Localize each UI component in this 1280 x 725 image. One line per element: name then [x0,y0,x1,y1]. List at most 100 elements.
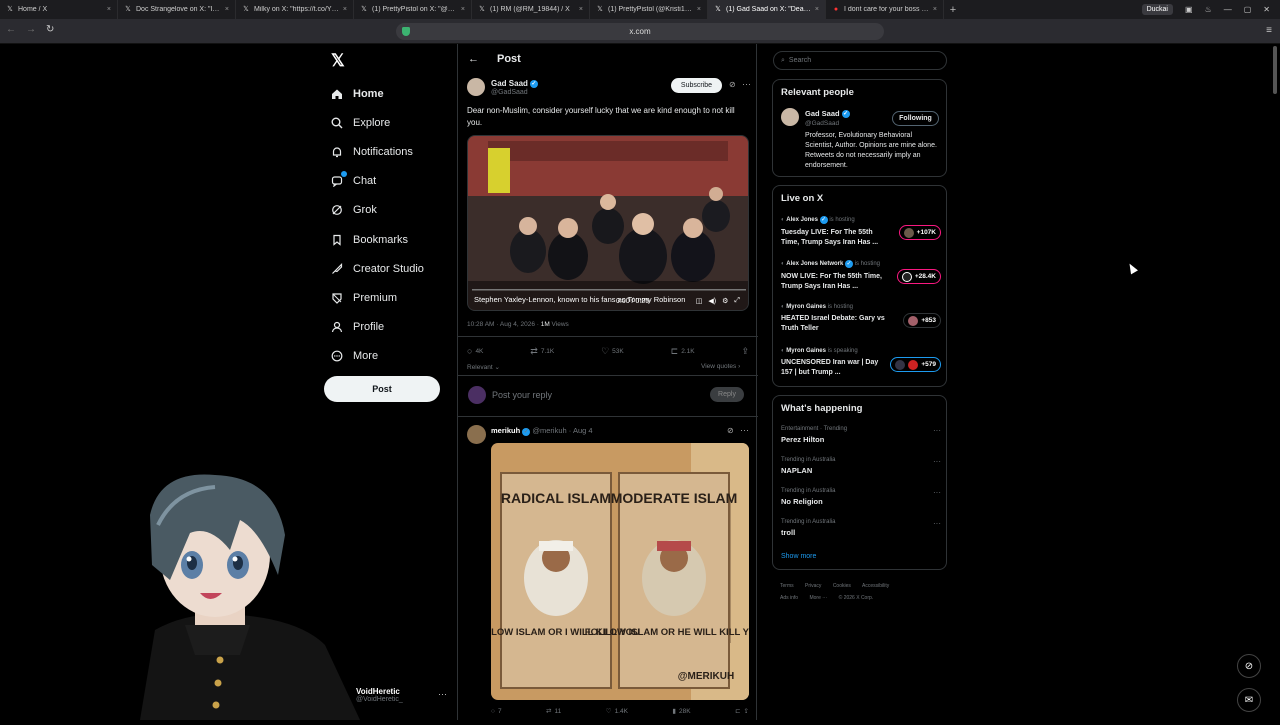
close-icon[interactable]: × [815,6,819,13]
avatar[interactable] [467,425,486,444]
browser-tab[interactable]: 𝕏 Doc Strangelove on X: "It's actually × [118,0,236,19]
reply-image[interactable]: RADICAL ISLAM MODERATE ISLAM FOLLOW ISLA… [491,443,749,700]
close-icon[interactable]: × [697,6,701,13]
reply-action[interactable]: ○ 4K [467,344,483,358]
sort-dropdown[interactable]: Relevant ⌄ [467,363,500,371]
sidebar-item-creator-studio[interactable]: Creator Studio [330,254,424,283]
trend-item[interactable]: Trending in Australia troll ··· [781,519,941,537]
reload-icon[interactable]: ↻ [46,24,54,35]
like-action[interactable]: ♡ 53K [601,344,624,358]
grok-icon[interactable]: ⊘ [729,80,736,89]
trend-item[interactable]: Entertainment · Trending Perez Hilton ··… [781,426,941,444]
more-dots-icon[interactable]: ··· [438,689,447,699]
browser-tab[interactable]: 𝕏 (1) PrettyPistol on X: "@RM_19844 × [354,0,472,19]
volume-icon[interactable]: ◀) [708,297,716,305]
more-dots-icon[interactable]: ··· [933,519,941,528]
reply-author-handle[interactable]: @merikuh [532,426,566,435]
close-icon[interactable]: × [933,6,937,13]
flame-icon[interactable]: ♨ [1205,5,1212,14]
messages-fab-icon[interactable]: ✉ [1237,688,1261,712]
sidebar-item-home[interactable]: Home [330,79,424,108]
profile-label[interactable]: Duckai [1141,4,1173,15]
like-action[interactable]: ♡ 1.4K [606,707,628,716]
repost-action[interactable]: ⇄ 11 [546,707,561,716]
reply-author-name[interactable]: merikuh [491,426,520,435]
live-item[interactable]: ◐ Myron Gaines is hosting HEATED Israel … [781,304,941,333]
extensions-icon[interactable]: ▣ [1185,5,1193,14]
sidebar-item-profile[interactable]: Profile [330,313,424,342]
browser-tab[interactable]: 𝕏 (1) PrettyPistol (@Kristi1951975 × [590,0,708,19]
live-listeners-badge[interactable]: +853 [903,313,941,328]
footer-link-accessibility[interactable]: Accessibility [862,583,889,589]
search-input[interactable]: ⌕ Search [773,51,947,70]
video-player[interactable]: Stephen Yaxley-Lennon, known to his fans… [467,135,749,311]
scrollbar[interactable] [1273,46,1277,94]
shield-icon[interactable] [402,27,410,36]
live-item[interactable]: ◐ Alex Jones Network ✓ is hosting NOW LI… [781,260,941,291]
more-dots-icon[interactable]: ··· [933,457,941,466]
close-icon[interactable]: × [107,6,111,13]
following-button[interactable]: Following [892,111,939,126]
avatar[interactable] [781,108,799,126]
menu-icon[interactable]: ≡ [1266,25,1272,36]
sidebar-item-notifications[interactable]: Notifications [330,137,424,166]
person-handle[interactable]: @GadSaad [805,120,839,127]
post-button[interactable]: Post [324,376,440,402]
browser-tab[interactable]: ● I dont care for your boss cause × [826,0,944,19]
subscribe-button[interactable]: Subscribe [671,78,722,93]
new-tab-button[interactable]: + [944,4,962,16]
x-logo-icon[interactable]: 𝕏 [331,51,345,71]
reply-button[interactable]: Reply [710,387,744,402]
show-more-link[interactable]: Show more [781,553,816,560]
reply-action[interactable]: ○ 7 [491,707,502,715]
more-dots-icon[interactable]: ··· [740,425,749,435]
repost-action[interactable]: ⇄ 7.1K [530,344,554,358]
share-icon[interactable]: ⇪ [744,707,749,715]
more-dots-icon[interactable]: ··· [933,426,941,435]
grok-icon[interactable]: ⊘ [727,426,734,435]
person-name[interactable]: Gad Saad ✓ [805,109,850,118]
close-icon[interactable]: × [579,6,583,13]
live-listeners-badge[interactable]: +28.4K [896,269,941,284]
close-window-icon[interactable]: ✕ [1263,5,1270,14]
sidebar-item-more[interactable]: More [330,342,424,371]
minimize-icon[interactable]: — [1224,5,1232,14]
browser-tab[interactable]: 𝕏 Home / X × [0,0,118,19]
url-field[interactable]: x.com [396,23,884,40]
bookmark-action[interactable]: ⊏ 2.1K [671,344,695,358]
back-icon[interactable]: ← [6,24,16,35]
more-dots-icon[interactable]: ··· [742,79,751,89]
gif-icon[interactable]: ◫ [696,297,703,305]
bookmark-action[interactable]: ⊏ ⇪ [735,707,749,715]
footer-link-cookies[interactable]: Cookies [833,583,851,589]
fullscreen-icon[interactable]: ⤢ [734,297,740,305]
view-quotes-link[interactable]: View quotes › [701,363,740,370]
close-icon[interactable]: × [225,6,229,13]
sidebar-item-bookmarks[interactable]: Bookmarks [330,225,424,254]
grok-fab-icon[interactable]: ⊘ [1237,654,1261,678]
forward-icon[interactable]: → [26,24,36,35]
sidebar-item-premium[interactable]: Premium [330,283,424,312]
footer-link-ads-info[interactable]: Ads info [780,595,798,601]
more-dots-icon[interactable]: ··· [933,488,941,497]
trend-item[interactable]: Trending in Australia No Religion ··· [781,488,941,506]
browser-tab-active[interactable]: 𝕏 (1) Gad Saad on X: "Dear non × [708,0,826,19]
post-timestamp[interactable]: 10:28 AM · Aug 4, 2026 · [467,321,541,328]
browser-tab[interactable]: 𝕏 Milky on X: "https://t.co/YJ5A1O0 × [236,0,354,19]
live-listeners-badge[interactable]: +107K [898,225,941,240]
footer-link-terms[interactable]: Terms [780,583,794,589]
views-action[interactable]: ▮ 28K [672,707,690,716]
sidebar-item-grok[interactable]: Grok [330,196,424,225]
trend-item[interactable]: Trending in Australia NAPLAN ··· [781,457,941,475]
live-item[interactable]: ◐ Myron Gaines is speaking UNCENSORED Ir… [781,348,941,377]
reply-date[interactable]: Aug 4 [573,426,593,435]
share-action[interactable]: ⇪ [741,344,749,358]
account-switcher[interactable]: VoidHeretic @VoidHeretic_ [356,687,403,703]
footer-link-privacy[interactable]: Privacy [805,583,821,589]
settings-icon[interactable]: ⚙ [722,297,728,305]
author-handle[interactable]: @GadSaad [491,89,528,96]
footer-link-more[interactable]: More ··· [809,595,827,601]
sidebar-item-chat[interactable]: Chat [330,167,424,196]
reply-input[interactable]: Post your reply [492,390,552,400]
sidebar-item-explore[interactable]: Explore [330,108,424,137]
